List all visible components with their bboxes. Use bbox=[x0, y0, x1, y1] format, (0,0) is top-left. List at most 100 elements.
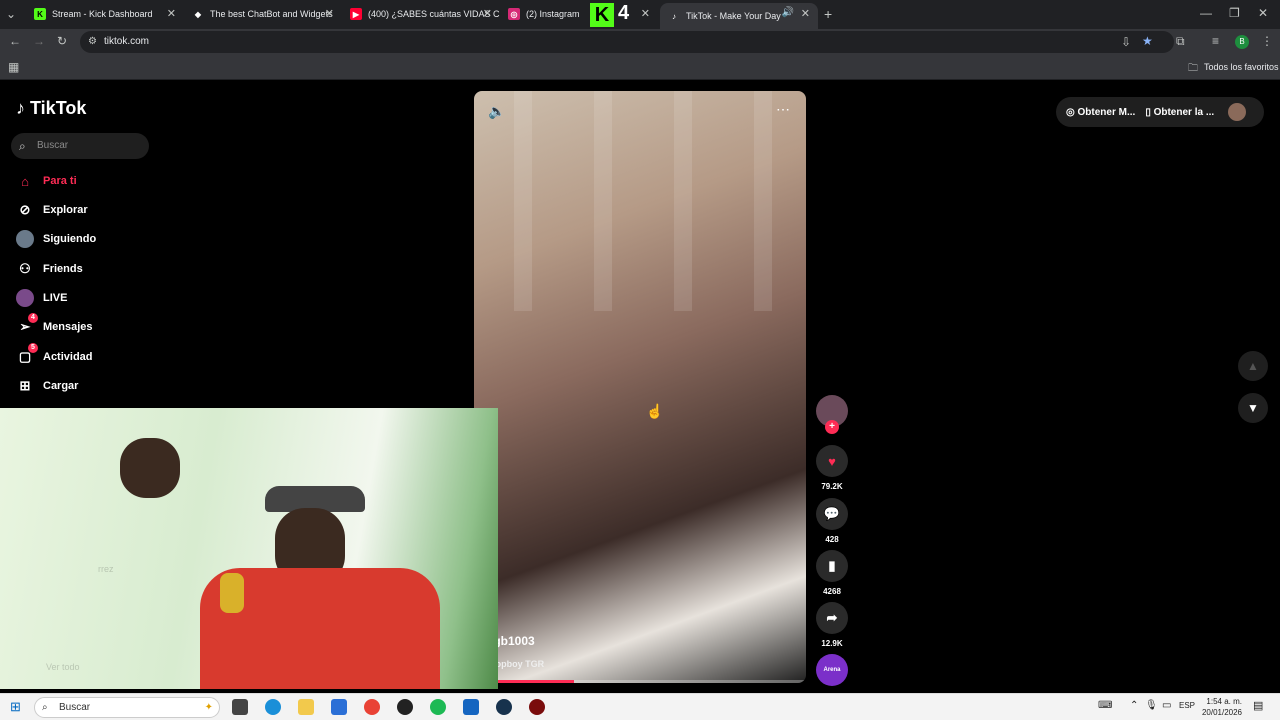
obs-icon[interactable] bbox=[397, 699, 413, 715]
search-icon: ⌕ bbox=[19, 139, 26, 153]
upload-icon: ⊞ bbox=[19, 378, 31, 393]
creator-avatar[interactable]: + bbox=[816, 395, 848, 434]
messages-icon: ➢ 4 bbox=[16, 313, 38, 336]
nav-friends[interactable]: ⚇ Friends bbox=[16, 260, 83, 278]
close-icon[interactable]: ✕ bbox=[483, 7, 492, 20]
window-close-icon[interactable]: ✕ bbox=[1258, 6, 1268, 20]
search-icon: ⌕ bbox=[42, 702, 48, 713]
url-text: tiktok.com bbox=[104, 36, 150, 47]
get-coins-label: Obtener M... bbox=[1077, 106, 1136, 118]
heart-icon: ♥ bbox=[816, 445, 848, 477]
bookmark-star-icon[interactable]: ★ bbox=[1142, 34, 1153, 48]
tab-tiktok[interactable]: ♪ TikTok - Make Your Day 🔊 ✕ bbox=[660, 3, 818, 29]
like-button[interactable]: ♥ 79.2K bbox=[816, 445, 848, 491]
comment-icon: 💬 bbox=[816, 498, 848, 530]
nav-live[interactable]: LIVE bbox=[16, 289, 67, 307]
file-explorer-icon[interactable] bbox=[298, 699, 314, 715]
tab-instagram[interactable]: ◎ (2) Instagram ✕ bbox=[500, 3, 658, 25]
steam-icon[interactable] bbox=[496, 699, 512, 715]
nav-explorar[interactable]: ⊘ Explorar bbox=[16, 201, 88, 219]
extensions-icon[interactable]: ⧉ bbox=[1176, 34, 1185, 49]
tab-label: (400) ¿SABES cuántas VIDAS CU bbox=[368, 9, 500, 19]
notifications-icon[interactable]: ▤ bbox=[1253, 699, 1263, 712]
install-app-icon[interactable]: ⇩ bbox=[1121, 35, 1131, 49]
next-video-button[interactable]: ▼ bbox=[1238, 393, 1268, 423]
close-icon[interactable]: ✕ bbox=[325, 7, 334, 20]
tray-keyboard-icon[interactable]: ⌨ bbox=[1098, 700, 1112, 711]
restore-icon[interactable]: ❐ bbox=[1229, 6, 1240, 20]
app-icon[interactable] bbox=[463, 699, 479, 715]
progress-track[interactable] bbox=[474, 680, 806, 683]
sound-disc[interactable]: Arena bbox=[816, 654, 848, 691]
profile-avatar[interactable]: B bbox=[1235, 35, 1249, 49]
youtube-icon: ▶ bbox=[350, 8, 362, 20]
store-icon[interactable] bbox=[331, 699, 347, 715]
previous-video-button[interactable]: ▲ bbox=[1238, 351, 1268, 381]
close-icon[interactable]: ✕ bbox=[641, 7, 650, 20]
video-texture bbox=[594, 91, 612, 311]
edge-icon[interactable] bbox=[265, 699, 281, 715]
site-info-icon[interactable]: ⚙ bbox=[88, 31, 97, 53]
tab-youtube[interactable]: ▶ (400) ¿SABES cuántas VIDAS CU ✕ bbox=[342, 3, 500, 25]
nav-label: Actividad bbox=[43, 351, 93, 363]
task-view-icon[interactable] bbox=[232, 699, 248, 715]
follow-plus-icon[interactable]: + bbox=[825, 420, 839, 434]
video-player[interactable]: 🔈 ⋯ ☝ ragb1003 @Topboy TGR bbox=[474, 91, 806, 683]
game-launcher-icon[interactable] bbox=[529, 699, 545, 715]
share-count: 12.9K bbox=[821, 639, 843, 648]
bookmark-icon: ▮ bbox=[816, 550, 848, 582]
user-avatar[interactable] bbox=[1228, 103, 1247, 121]
speaker-icon[interactable]: 🔊 bbox=[782, 7, 794, 18]
search-input[interactable]: ⌕ Buscar bbox=[11, 133, 149, 159]
taskbar-search-placeholder: Buscar bbox=[59, 702, 91, 713]
tab-search-icon[interactable]: ⌄ bbox=[6, 7, 16, 21]
apps-grid-icon[interactable]: ▦ bbox=[8, 60, 19, 74]
start-icon[interactable]: ⊞ bbox=[10, 699, 21, 715]
chevron-down-icon: ▼ bbox=[1247, 401, 1259, 415]
volume-icon[interactable]: 🔈 bbox=[488, 103, 505, 120]
get-coins-button[interactable]: ◎ Obtener M... bbox=[1066, 107, 1135, 118]
nav-mensajes[interactable]: ➢ 4 Mensajes bbox=[16, 313, 93, 336]
tab-label: Stream - Kick Dashboard bbox=[52, 9, 153, 19]
avatar-icon bbox=[16, 230, 34, 248]
network-icon[interactable]: ▭ bbox=[1162, 700, 1171, 711]
close-icon[interactable]: ✕ bbox=[801, 7, 810, 20]
close-icon[interactable]: ✕ bbox=[167, 7, 176, 20]
tab-chatbot[interactable]: ◆ The best ChatBot and Widgets ✕ bbox=[184, 3, 342, 25]
language-indicator[interactable]: ESP bbox=[1179, 701, 1195, 710]
more-options-icon[interactable]: ⋯ bbox=[776, 101, 790, 118]
back-icon[interactable]: ← bbox=[9, 34, 21, 48]
save-button[interactable]: ▮ 4268 bbox=[816, 550, 848, 596]
comment-button[interactable]: 💬 428 bbox=[816, 498, 848, 544]
folder-icon: 🗀 bbox=[1188, 63, 1198, 74]
new-tab-icon[interactable]: + bbox=[824, 6, 832, 22]
compass-icon: ⊘ bbox=[19, 202, 31, 217]
microphone-icon[interactable]: 🎙 bbox=[1145, 700, 1158, 711]
reload-icon[interactable]: ↻ bbox=[57, 34, 67, 48]
video-texture bbox=[674, 91, 692, 311]
nav-para-ti[interactable]: ⌂ Para ti bbox=[16, 172, 77, 190]
minimize-icon[interactable]: — bbox=[1200, 6, 1212, 20]
share-button[interactable]: ➦ 12.9K bbox=[816, 602, 848, 648]
tab-kick-dashboard[interactable]: K Stream - Kick Dashboard ✕ bbox=[26, 3, 184, 25]
get-app-label: Obtener la ... bbox=[1153, 106, 1215, 118]
like-count: 79.2K bbox=[821, 482, 843, 491]
spotify-icon[interactable] bbox=[430, 699, 446, 715]
forward-icon[interactable]: → bbox=[33, 34, 45, 48]
get-app-button[interactable]: ▯ Obtener la ... bbox=[1145, 107, 1214, 118]
menu-icon[interactable]: ⋮ bbox=[1261, 34, 1273, 48]
chrome-icon[interactable] bbox=[364, 699, 380, 715]
chevron-up-icon: ▲ bbox=[1247, 359, 1259, 373]
all-bookmarks-link[interactable]: Todos los favoritos bbox=[1204, 62, 1279, 72]
address-bar[interactable]: ⚙ tiktok.com bbox=[80, 31, 1174, 53]
taskbar-clock[interactable]: 1:54 a. m. 20/01/2026 bbox=[1198, 696, 1242, 718]
activity-icon: ▢ 5 bbox=[16, 343, 38, 366]
tiktok-logo[interactable]: ♪ TikTok bbox=[16, 98, 86, 119]
video-texture bbox=[754, 91, 772, 311]
media-control-icon[interactable]: ≡ bbox=[1212, 34, 1219, 48]
nav-siguiendo[interactable]: Siguiendo bbox=[16, 230, 96, 248]
tray-chevron-icon[interactable]: ⌃ bbox=[1130, 700, 1138, 711]
nav-cargar[interactable]: ⊞ Cargar bbox=[16, 377, 79, 395]
nav-actividad[interactable]: ▢ 5 Actividad bbox=[16, 343, 93, 366]
taskbar-search[interactable]: ⌕ Buscar ✦ bbox=[34, 697, 220, 718]
